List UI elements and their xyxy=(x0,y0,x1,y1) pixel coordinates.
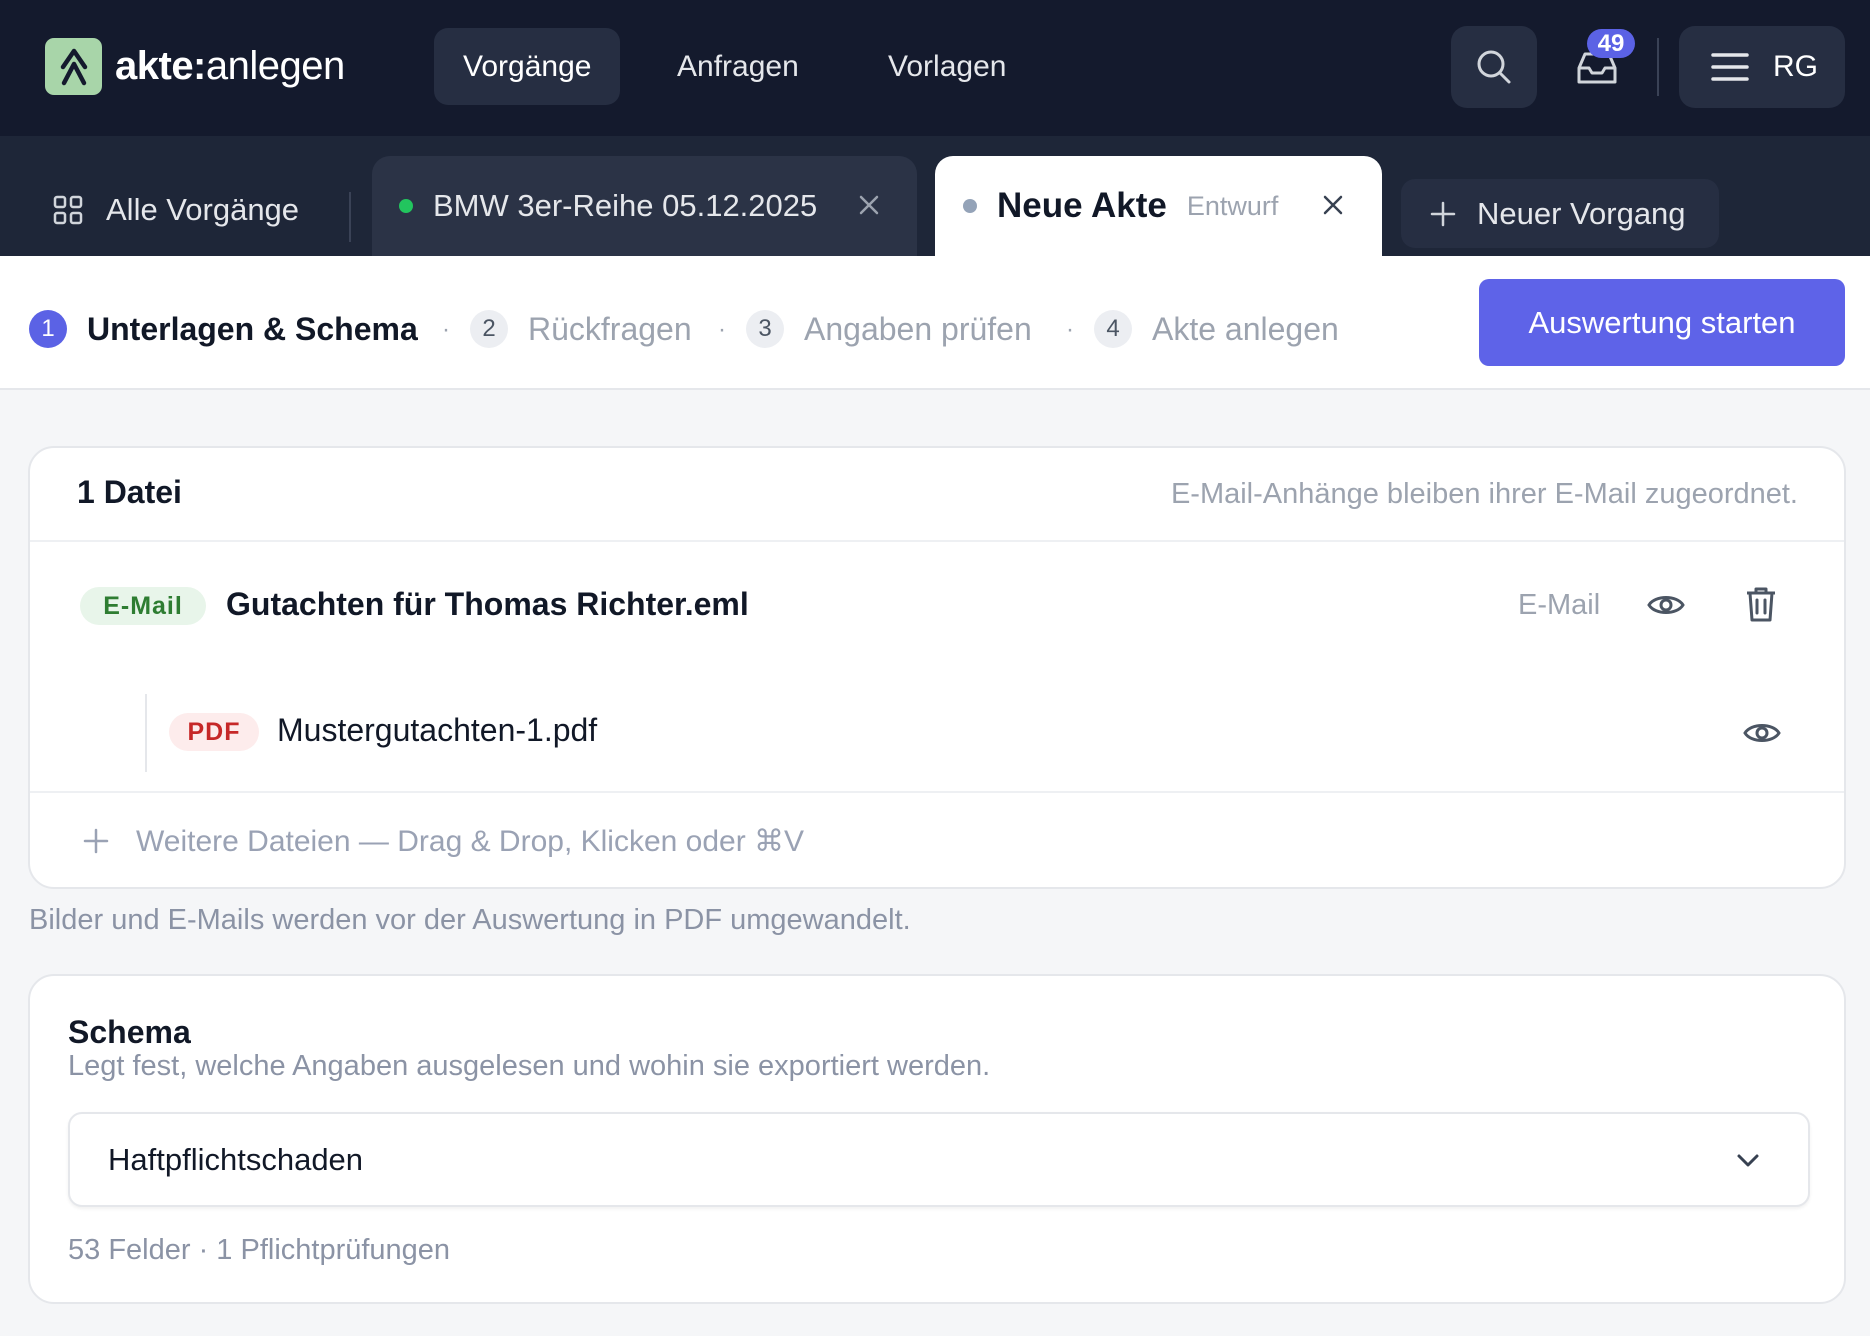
step-number: 1 xyxy=(29,310,67,348)
drop-zone-label: Weitere Dateien — Drag & Drop, Klicken o… xyxy=(136,824,805,858)
files-header: 1 Datei E-Mail-Anhänge bleiben ihrer E-M… xyxy=(30,448,1844,542)
files-hint: E-Mail-Anhänge bleiben ihrer E-Mail zuge… xyxy=(1170,478,1798,510)
step-number: 2 xyxy=(470,310,508,348)
new-vorgang-button[interactable]: Neuer Vorgang xyxy=(1401,179,1719,248)
trash-icon xyxy=(1747,587,1775,622)
delete-button[interactable] xyxy=(1744,585,1778,628)
app-brand[interactable]: akte: anlegen xyxy=(115,38,345,95)
brand-light: anlegen xyxy=(205,44,345,88)
files-card: 1 Datei E-Mail-Anhänge bleiben ihrer E-M… xyxy=(28,446,1846,889)
plus-icon xyxy=(1430,201,1456,226)
email-tag: E-Mail xyxy=(80,587,206,625)
preview-button[interactable] xyxy=(1646,588,1686,627)
file-row-pdf[interactable]: PDF Mustergutachten-1.pdf xyxy=(30,694,1844,772)
file-name: Mustergutachten-1.pdf xyxy=(277,712,598,748)
files-count: 1 Datei xyxy=(77,474,182,510)
app-logo-icon[interactable] xyxy=(45,38,102,95)
nav-label: Vorgänge xyxy=(463,49,592,83)
new-vorgang-label: Neuer Vorgang xyxy=(1477,195,1686,231)
eye-icon xyxy=(1647,596,1685,614)
conversion-note: Bilder und E-Mails werden vor der Auswer… xyxy=(29,904,911,936)
search-icon xyxy=(1477,50,1511,84)
divider xyxy=(349,192,351,242)
close-icon xyxy=(859,195,879,215)
step-akte-anlegen[interactable]: 4 Akte anlegen xyxy=(1094,299,1339,359)
step-unterlagen[interactable]: 1 Unterlagen & Schema xyxy=(29,299,418,359)
schema-meta: 53 Felder · 1 Pflichtprüfungen xyxy=(68,1234,451,1266)
file-row-email[interactable]: E-Mail Gutachten für Thomas Richter.eml … xyxy=(30,542,1844,662)
nav-label: Vorlagen xyxy=(888,49,1007,83)
search-button[interactable] xyxy=(1451,26,1537,108)
step-label: Akte anlegen xyxy=(1152,310,1339,347)
schema-selected-value: Haftpflichtschaden xyxy=(108,1141,364,1177)
file-type: E-Mail xyxy=(1518,589,1601,621)
tab-bmw[interactable]: BMW 3er-Reihe 05.12.2025 xyxy=(372,156,917,256)
nav-vorgaenge[interactable]: Vorgänge xyxy=(434,28,621,105)
step-number: 4 xyxy=(1094,310,1132,348)
step-rueckfragen[interactable]: 2 Rückfragen xyxy=(470,299,692,359)
nav-anfragen[interactable]: Anfragen xyxy=(648,28,828,105)
close-tab-button[interactable] xyxy=(1322,194,1344,216)
schema-select[interactable]: Haftpflichtschaden xyxy=(68,1112,1810,1207)
step-number: 3 xyxy=(746,310,784,348)
draft-status: Entwurf xyxy=(1186,190,1279,221)
file-drop-zone[interactable]: Weitere Dateien — Drag & Drop, Klicken o… xyxy=(30,791,1844,889)
nav-vorlagen[interactable]: Vorlagen xyxy=(859,28,1035,105)
close-tab-button[interactable] xyxy=(858,194,880,216)
divider xyxy=(1657,38,1659,96)
user-initials: RG xyxy=(1773,50,1818,83)
file-name: Gutachten für Thomas Richter.eml xyxy=(226,586,749,622)
pdf-tag: PDF xyxy=(169,713,259,751)
status-dot xyxy=(399,199,413,213)
user-menu-button[interactable]: RG xyxy=(1679,26,1845,108)
step-separator: · xyxy=(442,316,450,343)
chevron-down-icon xyxy=(1737,1154,1759,1167)
menu-icon xyxy=(1711,53,1749,81)
close-icon xyxy=(1323,195,1343,215)
step-separator: · xyxy=(1066,316,1074,343)
tab-title: BMW 3er-Reihe 05.12.2025 xyxy=(433,188,818,223)
brand-bold: akte: xyxy=(115,44,206,88)
step-label: Rückfragen xyxy=(528,310,692,347)
schema-title: Schema xyxy=(68,1014,191,1050)
tab-label: Alle Vorgänge xyxy=(106,192,300,227)
tab-bar: Alle Vorgänge BMW 3er-Reihe 05.12.2025 N… xyxy=(0,136,1870,256)
nav-label: Anfragen xyxy=(677,49,799,83)
top-navigation: akte: anlegen Vorgänge Anfragen Vorlagen … xyxy=(0,0,1870,136)
step-label: Unterlagen & Schema xyxy=(87,310,418,347)
tab-title: Neue Akte xyxy=(997,186,1167,225)
step-angaben-pruefen[interactable]: 3 Angaben prüfen xyxy=(746,299,1032,359)
tab-all-vorgaenge[interactable]: Alle Vorgänge xyxy=(52,180,299,240)
inbox-count-badge: 49 xyxy=(1587,29,1635,58)
schema-description: Legt fest, welche Angaben ausgelesen und… xyxy=(68,1050,991,1082)
schema-card: Schema Legt fest, welche Angaben ausgele… xyxy=(28,974,1846,1304)
plus-icon xyxy=(83,828,109,854)
status-dot xyxy=(963,199,977,213)
start-evaluation-button[interactable]: Auswertung starten xyxy=(1479,279,1845,366)
step-label: Angaben prüfen xyxy=(804,310,1032,347)
eye-icon xyxy=(1743,724,1781,742)
tab-neue-akte[interactable]: Neue Akte Entwurf xyxy=(935,156,1382,256)
step-separator: · xyxy=(718,316,726,343)
preview-button[interactable] xyxy=(1742,716,1782,755)
grid-icon xyxy=(53,195,83,225)
